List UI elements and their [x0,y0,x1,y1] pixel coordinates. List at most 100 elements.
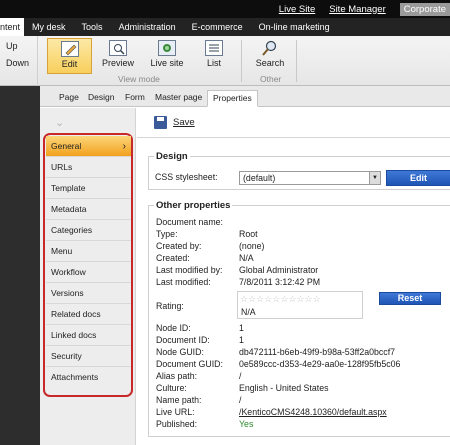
nav-item-versions[interactable]: Versions [46,283,131,304]
nav-item-related-docs[interactable]: Related docs [46,304,131,325]
menu-content[interactable]: ntent [0,18,25,36]
property-value: db472111-b6eb-49f9-b98a-53ff2a0bccf7 [239,347,396,357]
main-menu: ntent My desk Tools Administration E-com… [0,18,450,36]
property-label: Live URL: [156,407,195,417]
live-site-label: Live site [150,58,184,68]
collapse-chevron-icon[interactable]: ⌄ [55,116,64,129]
edit-icon [60,41,79,57]
preview-label: Preview [101,58,134,68]
property-label: Document ID: [156,335,210,345]
preview-mode-button[interactable]: Preview [96,38,140,74]
nav-item-general[interactable]: General › [46,136,131,157]
rating-label: Rating: [156,301,184,311]
property-label: Created by: [156,241,202,251]
properties-nav: ⌄ General › URLs Template Metadata Catego… [40,108,136,445]
save-bar: Save [137,108,450,138]
property-label: Document name: [156,217,223,227]
rating-value: N/A [241,307,256,317]
search-label: Search [255,58,285,68]
edit-label: Edit [61,59,78,69]
live-site-mode-button[interactable]: Live site [144,38,190,74]
menu-administration[interactable]: Administration [111,18,184,36]
list-mode-button[interactable]: List [194,38,234,74]
property-value: Root [239,229,258,239]
tab-master-page[interactable]: Master page [150,90,207,107]
menu-online-marketing[interactable]: On-line marketing [251,18,338,36]
property-label: Name path: [156,395,202,405]
design-panel: Design CSS stylesheet: (default) ▼ Edit [148,151,450,190]
nav-item-urls[interactable]: URLs [46,157,131,178]
ribbon-separator [241,40,242,82]
nav-item-metadata[interactable]: Metadata [46,199,131,220]
nav-item-security[interactable]: Security [46,346,131,367]
site-manager-link[interactable]: Site Manager [329,4,386,15]
tab-design[interactable]: Design [83,90,119,107]
design-panel-title: Design [154,151,190,162]
css-stylesheet-select[interactable]: (default) ▼ [239,171,381,185]
rating-box: ☆☆☆☆☆☆☆☆☆☆ N/A [237,291,363,319]
nav-item-linked-docs[interactable]: Linked docs [46,325,131,346]
top-bar: Live Site Site Manager Corporate [0,0,450,18]
rating-stars[interactable]: ☆☆☆☆☆☆☆☆☆☆ [240,294,321,305]
property-value: 0e589ccc-d353-4e29-aa0e-128f95fb5c06 [239,359,401,369]
property-value: / [239,395,242,405]
property-label: Culture: [156,383,187,393]
property-value: 1 [239,323,244,333]
property-value: (none) [239,241,265,251]
nav-item-menu[interactable]: Menu [46,241,131,262]
live-site-link[interactable]: Live Site [279,4,315,15]
ribbon-separator [296,40,297,82]
save-link[interactable]: Save [173,117,195,128]
chevron-down-icon[interactable]: ▼ [369,172,380,184]
arrow-right-icon: › [122,141,126,152]
menu-my-desk[interactable]: My desk [24,18,74,36]
nav-item-categories[interactable]: Categories [46,220,131,241]
list-icon [205,40,223,56]
corporate-site-link[interactable]: Corporate [399,2,450,16]
property-label: Node ID: [156,323,191,333]
list-label: List [206,58,221,68]
property-label: Document GUID: [156,359,223,369]
property-value: N/A [239,253,254,263]
edit-stylesheet-button[interactable]: Edit [386,170,450,186]
properties-content: Save Design CSS stylesheet: (default) ▼ … [137,108,450,445]
other-properties-panel: Other properties Document name: Type: Ro… [148,200,450,437]
nav-item-label: General [51,141,82,151]
tab-properties[interactable]: Properties [207,90,258,107]
property-label: Published: [156,419,198,429]
live-url-link[interactable]: /KenticoCMS4248.10360/default.aspx [239,407,387,417]
content-tree-panel [0,86,40,445]
property-value: / [239,371,242,381]
property-label: Last modified by: [156,265,223,275]
reset-rating-button[interactable]: Reset [379,292,441,305]
published-status: Yes [239,419,254,429]
other-group-label: Other [260,74,282,84]
up-button[interactable]: Up [6,41,18,51]
save-icon[interactable] [154,116,167,129]
tab-page[interactable]: Page [54,90,84,107]
property-label: Node GUID: [156,347,204,357]
search-button[interactable]: Search [249,38,291,74]
property-value: 1 [239,335,244,345]
property-label: Last modified: [156,277,211,287]
menu-tools[interactable]: Tools [74,18,111,36]
down-button[interactable]: Down [6,58,29,68]
css-stylesheet-label: CSS stylesheet: [155,172,218,182]
live-site-icon [158,40,176,56]
property-label: Created: [156,253,190,263]
property-value: English - United States [239,383,329,393]
ribbon-toolbar: Up Down Edit Preview Live site List View… [0,36,450,86]
menu-ecommerce[interactable]: E-commerce [184,18,251,36]
edit-mode-button[interactable]: Edit [47,38,92,74]
property-value: 7/8/2011 3:12:42 PM [239,277,321,287]
property-label: Alias path: [156,371,198,381]
nav-item-template[interactable]: Template [46,178,131,199]
nav-item-workflow[interactable]: Workflow [46,262,131,283]
property-label: Type: [156,229,178,239]
preview-icon [109,40,127,56]
tab-form[interactable]: Form [120,90,150,107]
ribbon-nav-group: Up Down [0,36,38,86]
other-properties-title: Other properties [154,200,233,211]
property-value: Global Administrator [239,265,319,275]
nav-item-attachments[interactable]: Attachments [46,367,131,388]
